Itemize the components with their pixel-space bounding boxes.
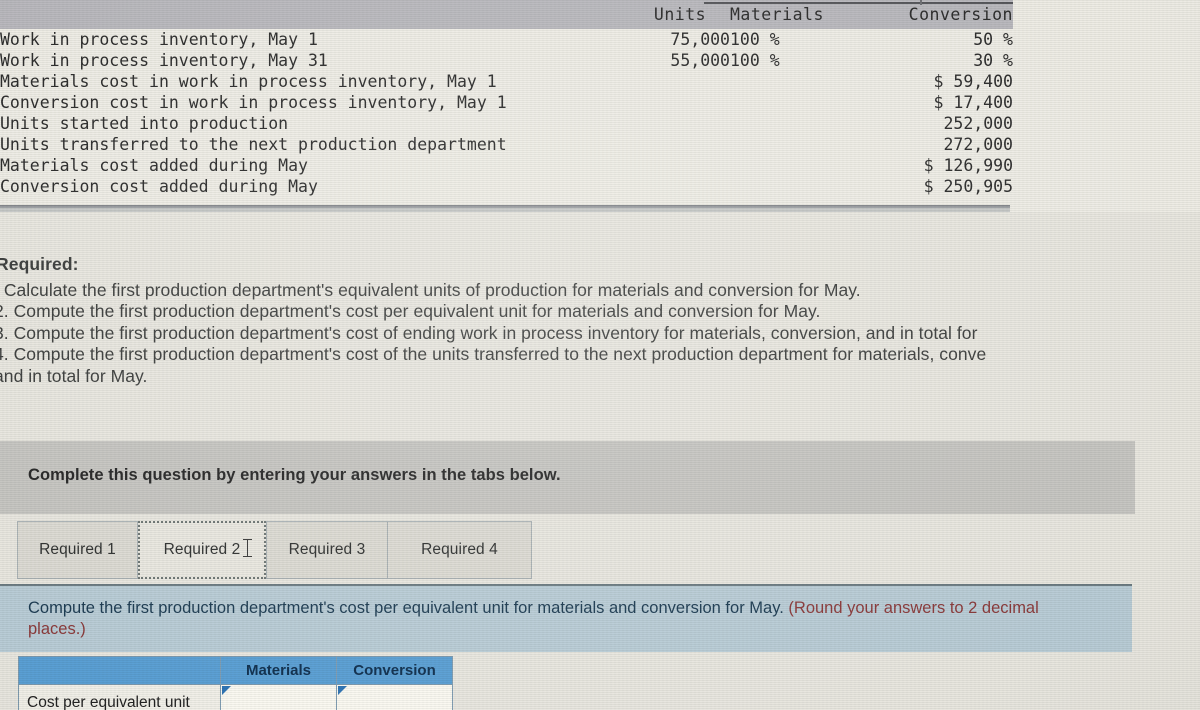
cost-per-equivalent-unit-conversion-input[interactable] (336, 684, 453, 710)
required-item-4-continued: and in total for May. (0, 365, 148, 386)
problem-data-panel: Units Materials Conversion Work in proce… (0, 0, 1200, 212)
problem-data-table: Units Materials Conversion Work in proce… (0, 0, 1013, 197)
required-item-2: 2. Compute the first production departme… (0, 301, 821, 321)
instruction-main: Compute the first production department'… (28, 599, 784, 617)
column-header-units: Units (653, 5, 707, 24)
tab-instruction-text: Compute the first production department'… (28, 598, 1088, 640)
row-label: Materials cost added during May (0, 156, 308, 175)
table-row: Materials cost in work in process invent… (0, 71, 1013, 92)
row-amount: $ 250,905 (923, 177, 1013, 196)
answer-row-label: Cost per equivalent unit (18, 684, 221, 710)
required-tab-strip: Required 1 Required 2 Required 3 Require… (17, 521, 532, 579)
row-materials: 100 % (730, 30, 780, 49)
table-row: Conversion cost added during May $ 250,9… (0, 176, 1013, 197)
table-header-row: Units Materials Conversion (0, 0, 1013, 29)
answer-table-body: Cost per equivalent unit (18, 684, 453, 710)
cost-per-equivalent-unit-materials-input[interactable] (220, 684, 337, 710)
answer-column-header-blank (18, 656, 221, 685)
row-label: Materials cost in work in process invent… (0, 72, 497, 91)
row-units: 55,000 (670, 51, 730, 70)
answer-entry-table: Materials Conversion Cost per equivalent… (18, 656, 453, 710)
row-units: 75,000 (670, 30, 730, 49)
table-row: Work in process inventory, May 31 55,000… (0, 50, 1013, 71)
problem-data-table-body: Work in process inventory, May 1 75,000 … (0, 29, 1013, 197)
row-amount: 252,000 (943, 114, 1013, 133)
answer-column-header-conversion: Conversion (336, 656, 453, 685)
cell-marker-icon (338, 686, 347, 695)
row-label: Units transferred to the next production… (0, 135, 507, 154)
table-row: Units started into production 252,000 (0, 113, 1013, 134)
row-label: Units started into production (0, 114, 289, 133)
tab-instruction-panel: Compute the first production department'… (0, 584, 1132, 652)
row-conversion: 50 % (973, 30, 1013, 49)
cell-marker-icon (222, 686, 231, 695)
tab-required-3[interactable]: Required 3 (266, 521, 388, 579)
column-header-blank (0, 0, 630, 29)
tab-required-1[interactable]: Required 1 (17, 521, 138, 579)
table-row: Conversion cost in work in process inven… (0, 92, 1013, 113)
table-row: Work in process inventory, May 1 75,000 … (0, 29, 1013, 50)
table-row: Units transferred to the next production… (0, 134, 1013, 155)
row-label: Work in process inventory, May 31 (0, 51, 328, 70)
answer-table-header-row: Materials Conversion (18, 656, 453, 685)
text-cursor-icon (243, 538, 252, 558)
tab-required-4[interactable]: Required 4 (388, 521, 532, 579)
problem-data-table-head: Units Materials Conversion (0, 0, 1013, 29)
row-amount: $ 17,400 (933, 93, 1013, 112)
row-label: Work in process inventory, May 1 (0, 30, 318, 49)
required-item-3: 3. Compute the first production departme… (0, 322, 978, 343)
complete-question-bar: Complete this question by entering your … (0, 441, 1135, 514)
column-header-materials: Materials (730, 5, 824, 24)
row-conversion: 30 % (973, 51, 1013, 70)
answer-table-head: Materials Conversion (18, 656, 453, 685)
row-amount: $ 126,990 (923, 156, 1013, 175)
required-item-4: 4. Compute the first production departme… (0, 344, 987, 364)
row-label: Conversion cost added during May (0, 177, 318, 196)
column-header-conversion: Conversion (908, 5, 1013, 24)
required-heading: Required: (0, 254, 79, 274)
row-amount: $ 59,400 (933, 72, 1013, 91)
complete-question-text: Complete this question by entering your … (28, 466, 561, 484)
row-materials: 100 % (730, 51, 780, 70)
table-row: Cost per equivalent unit (18, 684, 453, 710)
answer-column-header-materials: Materials (220, 656, 337, 685)
table-row: Materials cost added during May $ 126,99… (0, 155, 1013, 176)
row-amount: 272,000 (943, 135, 1013, 154)
section-divider-shadow (0, 208, 1010, 212)
row-label: Conversion cost in work in process inven… (0, 93, 507, 112)
tab-strip-underline (17, 578, 532, 579)
required-section: Required: . Calculate the first producti… (0, 254, 1200, 387)
required-item-1: . Calculate the first production departm… (0, 279, 861, 300)
